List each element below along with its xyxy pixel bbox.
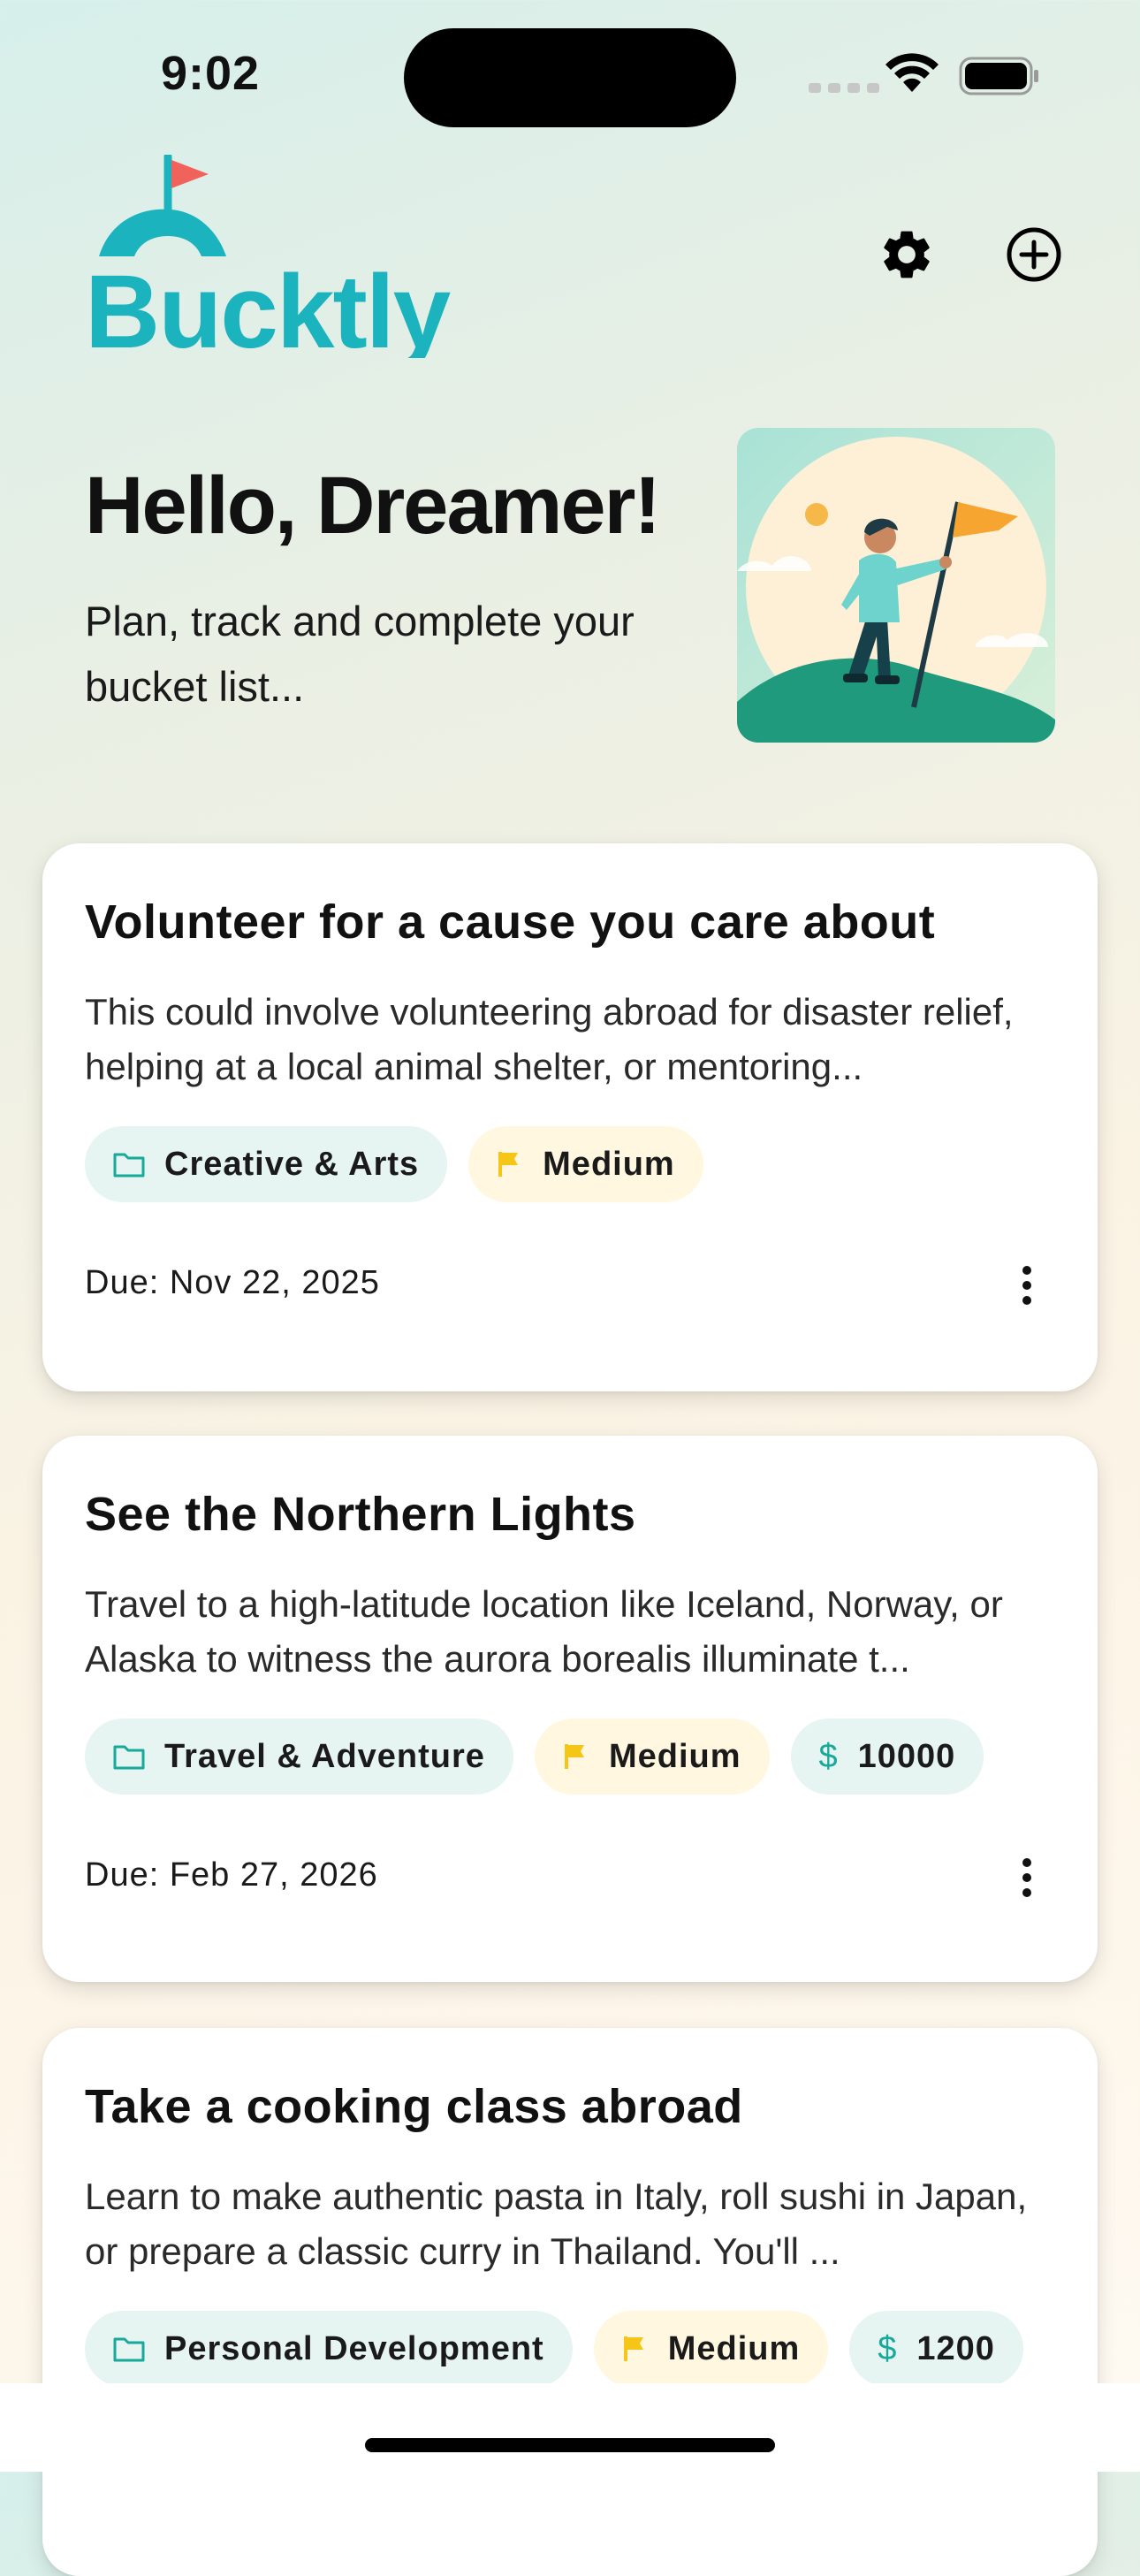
goal-card[interactable]: See the Northern Lights Travel to a high… — [42, 1436, 1098, 1982]
more-options-button[interactable] — [1009, 1259, 1045, 1312]
greeting-title: Hello, Dreamer! — [85, 461, 661, 551]
goal-card[interactable]: Take a cooking class abroad Learn to mak… — [42, 2028, 1098, 2576]
goal-title: See the Northern Lights — [85, 1488, 636, 1541]
more-vertical-icon — [1022, 1858, 1031, 1897]
budget-chip[interactable]: $ 1200 — [849, 2311, 1023, 2387]
cellular-signal-icon — [809, 83, 879, 93]
goal-description: This could involve volunteering abroad f… — [85, 991, 1014, 1087]
home-indicator[interactable] — [365, 2438, 775, 2452]
folder-icon — [113, 2336, 145, 2362]
goal-description: Travel to a high-latitude location like … — [85, 1583, 1003, 1680]
due-date: Due: Nov 22, 2025 — [85, 1264, 380, 1301]
category-label: Personal Development — [164, 2329, 544, 2367]
category-chip[interactable]: Creative & Arts — [85, 1126, 448, 1202]
priority-chip[interactable]: Medium — [534, 1719, 770, 1795]
flag-icon — [563, 1742, 589, 1771]
bottom-safe-area — [0, 2383, 1140, 2472]
category-label: Creative & Arts — [164, 1145, 420, 1183]
budget-chip[interactable]: $ 10000 — [790, 1719, 984, 1795]
category-label: Travel & Adventure — [164, 1737, 485, 1775]
priority-label: Medium — [667, 2329, 801, 2367]
bucktly-logo: Bucktly — [85, 155, 452, 358]
settings-button[interactable] — [871, 219, 942, 290]
goal-description: Learn to make authentic pasta in Italy, … — [85, 2176, 1028, 2272]
flag-icon — [497, 1150, 523, 1178]
add-goal-button[interactable] — [999, 219, 1069, 290]
budget-label: 10000 — [857, 1737, 956, 1775]
dollar-icon: $ — [878, 2329, 898, 2367]
app-name: Bucktly — [85, 254, 451, 358]
goal-title: Volunteer for a cause you care about — [85, 896, 936, 949]
priority-label: Medium — [608, 1737, 741, 1775]
priority-chip[interactable]: Medium — [468, 1126, 703, 1202]
priority-chip[interactable]: Medium — [593, 2311, 829, 2387]
plus-circle-icon — [1007, 227, 1061, 282]
flag-icon — [622, 2335, 649, 2363]
goal-title: Take a cooking class abroad — [85, 2080, 743, 2133]
category-chip[interactable]: Travel & Adventure — [85, 1719, 513, 1795]
category-chip[interactable]: Personal Development — [85, 2311, 573, 2387]
budget-label: 1200 — [916, 2329, 995, 2367]
more-vertical-icon — [1022, 1266, 1031, 1305]
goal-card[interactable]: Volunteer for a cause you care about Thi… — [42, 843, 1098, 1391]
gear-icon — [884, 231, 930, 278]
more-options-button[interactable] — [1009, 1851, 1045, 1904]
priority-label: Medium — [543, 1145, 675, 1183]
status-bar: 9:02 — [0, 0, 1140, 150]
folder-icon — [113, 1151, 145, 1177]
wifi-icon — [885, 53, 939, 92]
folder-icon — [113, 1743, 145, 1770]
greeting-subtitle: Plan, track and complete your bucket lis… — [85, 598, 635, 710]
dynamic-island — [404, 28, 736, 127]
due-date: Due: Feb 27, 2026 — [85, 1856, 378, 1894]
hero-illustration — [737, 428, 1055, 743]
dollar-icon: $ — [818, 1737, 839, 1775]
status-time: 9:02 — [161, 47, 261, 100]
battery-icon — [959, 57, 1038, 95]
